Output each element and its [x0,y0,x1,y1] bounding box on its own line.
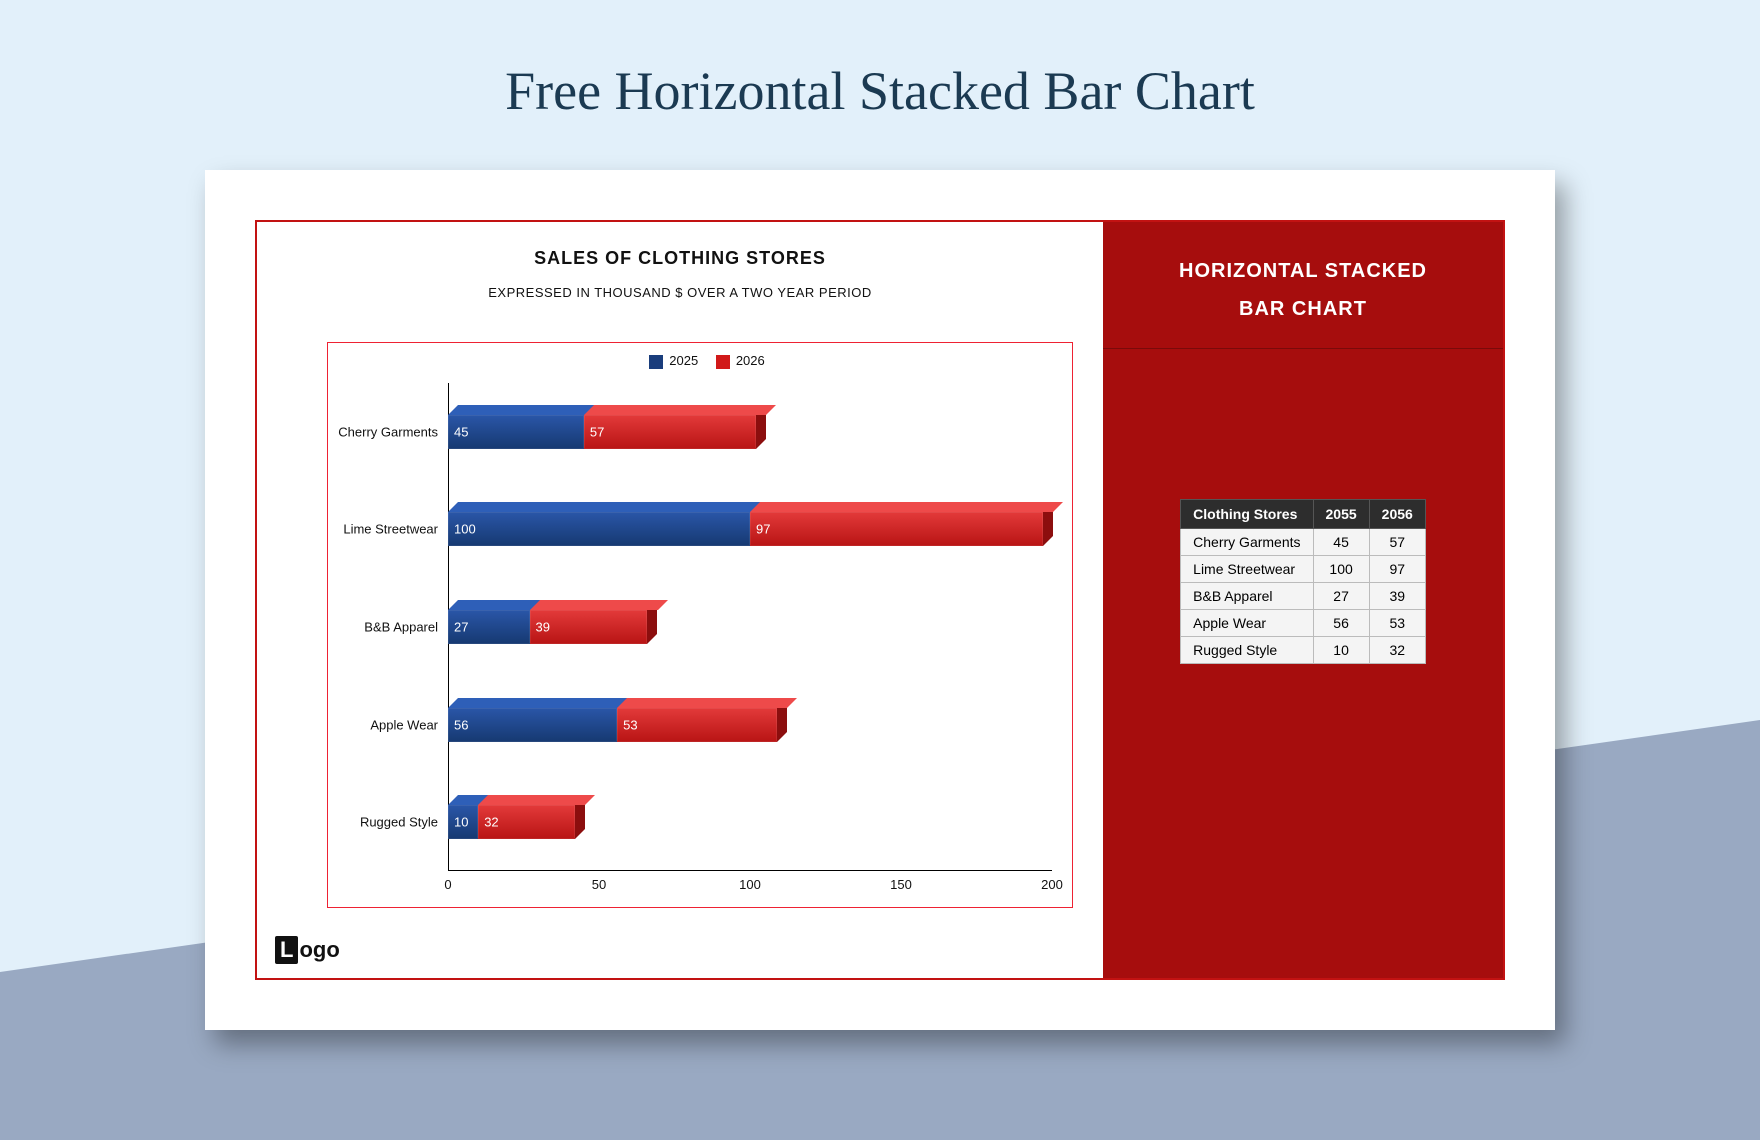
legend-label-2025: 2025 [669,353,698,368]
bar-value-label: 100 [454,522,476,537]
y-axis-labels: Cherry Garments Lime Streetwear B&B Appare… [328,383,444,871]
table-cell-b: 57 [1369,529,1425,556]
chart-legend: 2025 2026 [328,353,1072,369]
table-cell-b: 39 [1369,583,1425,610]
x-axis-tick: 100 [739,877,761,892]
bar-segment-2025: 45 [448,415,584,449]
table-cell-a: 27 [1313,583,1369,610]
bar-value-label: 53 [623,717,637,732]
legend-swatch-2025 [649,355,663,369]
table-header-col1: 2055 [1313,500,1369,529]
data-table: Clothing Stores 2055 2056 Cherry Garment… [1180,499,1426,664]
table-cell-name: Cherry Garments [1181,529,1313,556]
table-row: Cherry Garments4557 [1181,529,1426,556]
x-axis-ticks: 050100150200 [448,877,1052,897]
table-header-row: Clothing Stores 2055 2056 [1181,500,1426,529]
bar-value-label: 56 [454,717,468,732]
logo: Logo [275,936,340,964]
table-cell-name: Rugged Style [1181,637,1313,664]
panel-divider [1103,348,1503,349]
table-cell-b: 97 [1369,556,1425,583]
y-axis-label: B&B Apparel [364,620,438,635]
table-cell-name: Apple Wear [1181,610,1313,637]
bar-segment-2026: 57 [584,415,756,449]
bar-segment-2026: 32 [478,805,575,839]
bar-value-label: 97 [756,522,770,537]
bar-value-label: 39 [536,620,550,635]
bar-segment-2026: 53 [617,708,777,742]
bar-segment-2026: 97 [750,512,1043,546]
bar-value-label: 27 [454,620,468,635]
bar-value-label: 57 [590,424,604,439]
legend-label-2026: 2026 [736,353,765,368]
bar-row: 27 39 [448,610,1052,652]
bar-segment-2026: 39 [530,610,648,644]
table-row: B&B Apparel2739 [1181,583,1426,610]
x-axis-tick: 200 [1041,877,1063,892]
bar-segment-2025: 56 [448,708,617,742]
bar-value-label: 45 [454,424,468,439]
logo-rest: ogo [299,937,339,962]
x-axis-tick: 0 [444,877,451,892]
bar-row: 45 57 [448,415,1052,457]
y-axis-label: Rugged Style [360,815,438,830]
table-cell-b: 32 [1369,637,1425,664]
table-cell-name: B&B Apparel [1181,583,1313,610]
bar-segment-2025: 27 [448,610,530,644]
bar-segment-2025: 10 [448,805,478,839]
content-frame: SALES OF CLOTHING STORES EXPRESSED IN TH… [255,220,1505,980]
bar-row: 56 53 [448,708,1052,750]
side-panel: HORIZONTAL STACKED BAR CHART Clothing St… [1103,222,1503,978]
table-cell-a: 45 [1313,529,1369,556]
y-axis-label: Lime Streetwear [343,522,438,537]
panel-title: HORIZONTAL STACKED BAR CHART [1103,222,1503,348]
page-stage: Free Horizontal Stacked Bar Chart SALES … [0,0,1760,1140]
x-axis-tick: 150 [890,877,912,892]
y-axis-label: Apple Wear [370,717,438,732]
plot-area: 45 57 100 97 27 39 56 53 10 32 [448,383,1052,871]
panel-title-line2: BAR CHART [1123,290,1483,328]
plot-outer-box: 2025 2026 Cherry Garments Lime Streetwear… [327,342,1073,908]
chart-pane: SALES OF CLOTHING STORES EXPRESSED IN TH… [257,222,1103,978]
chart-subtitle: EXPRESSED IN THOUSAND $ OVER A TWO YEAR … [257,285,1103,300]
table-header-stores: Clothing Stores [1181,500,1313,529]
bar-value-label: 10 [454,815,468,830]
bar-row: 100 97 [448,512,1052,554]
panel-title-line1: HORIZONTAL STACKED [1123,252,1483,290]
chart-title: SALES OF CLOTHING STORES [257,248,1103,269]
table-cell-a: 56 [1313,610,1369,637]
page-title: Free Horizontal Stacked Bar Chart [0,60,1760,122]
table-cell-a: 100 [1313,556,1369,583]
legend-swatch-2026 [716,355,730,369]
y-axis-label: Cherry Garments [338,424,438,439]
table-row: Lime Streetwear10097 [1181,556,1426,583]
table-row: Apple Wear5653 [1181,610,1426,637]
table-header-col2: 2056 [1369,500,1425,529]
table-cell-b: 53 [1369,610,1425,637]
logo-badge: L [275,936,298,964]
bar-segment-2025: 100 [448,512,750,546]
x-axis-tick: 50 [592,877,606,892]
table-cell-name: Lime Streetwear [1181,556,1313,583]
bar-value-label: 32 [484,815,498,830]
bar-row: 10 32 [448,805,1052,847]
document-card: SALES OF CLOTHING STORES EXPRESSED IN TH… [205,170,1555,1030]
table-row: Rugged Style1032 [1181,637,1426,664]
table-cell-a: 10 [1313,637,1369,664]
